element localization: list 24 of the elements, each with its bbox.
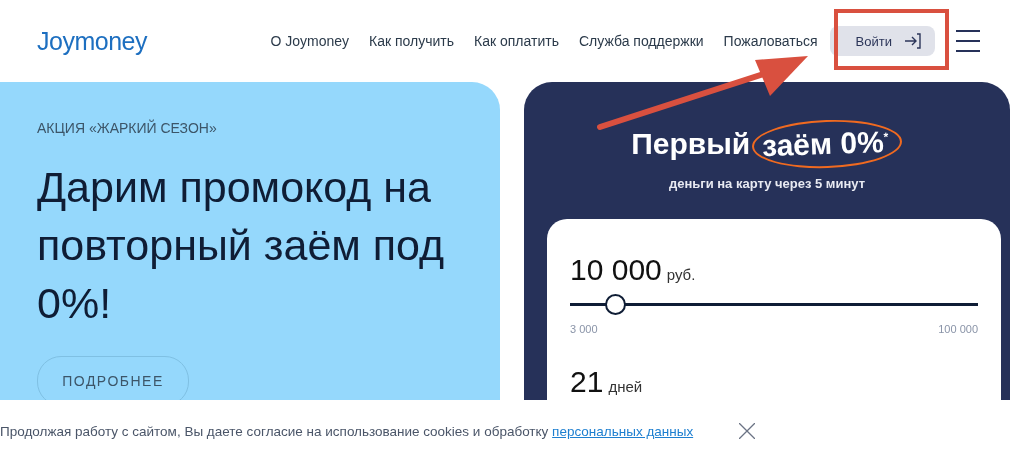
menu-icon[interactable] [956,29,980,53]
term-value: 21 [570,365,604,399]
min-amount: 3 000 [570,323,598,335]
nav-link[interactable]: О Joymoney [270,33,350,49]
privacy-link[interactable]: персональных данных [552,423,694,439]
nav-link[interactable]: Пожаловаться [723,33,818,49]
loan-title-highlight: заём 0%$^{*}$ [761,124,890,163]
promo-tag: АКЦИЯ «ЖАРКИЙ СЕЗОН» [37,120,463,136]
max-amount: 100 000 [938,323,978,335]
nav-link[interactable]: Служба поддержки [578,33,704,49]
login-button[interactable]: Войти [829,26,935,56]
close-icon[interactable] [739,423,756,439]
term-unit: дней [608,378,643,395]
amount-value: 10 000 [570,253,662,287]
loan-subtitle: деньги на карту через 5 минут [667,176,867,191]
logo[interactable]: Joymoney [37,26,147,56]
login-icon [904,33,921,49]
slider-thumb[interactable] [604,294,626,315]
nav-link[interactable]: Как получить [369,33,455,49]
loan-title: Первый [631,127,751,161]
currency-label: руб. [666,266,696,283]
cookie-notice: Продолжая работу с сайтом, Вы даете согласие на использование cookies и обработку персональных данных [0,423,694,439]
nav-link[interactable]: Как оплатить [474,33,559,49]
promo-headline: Дарим промокод на повторный заём под 0%! [37,162,446,329]
